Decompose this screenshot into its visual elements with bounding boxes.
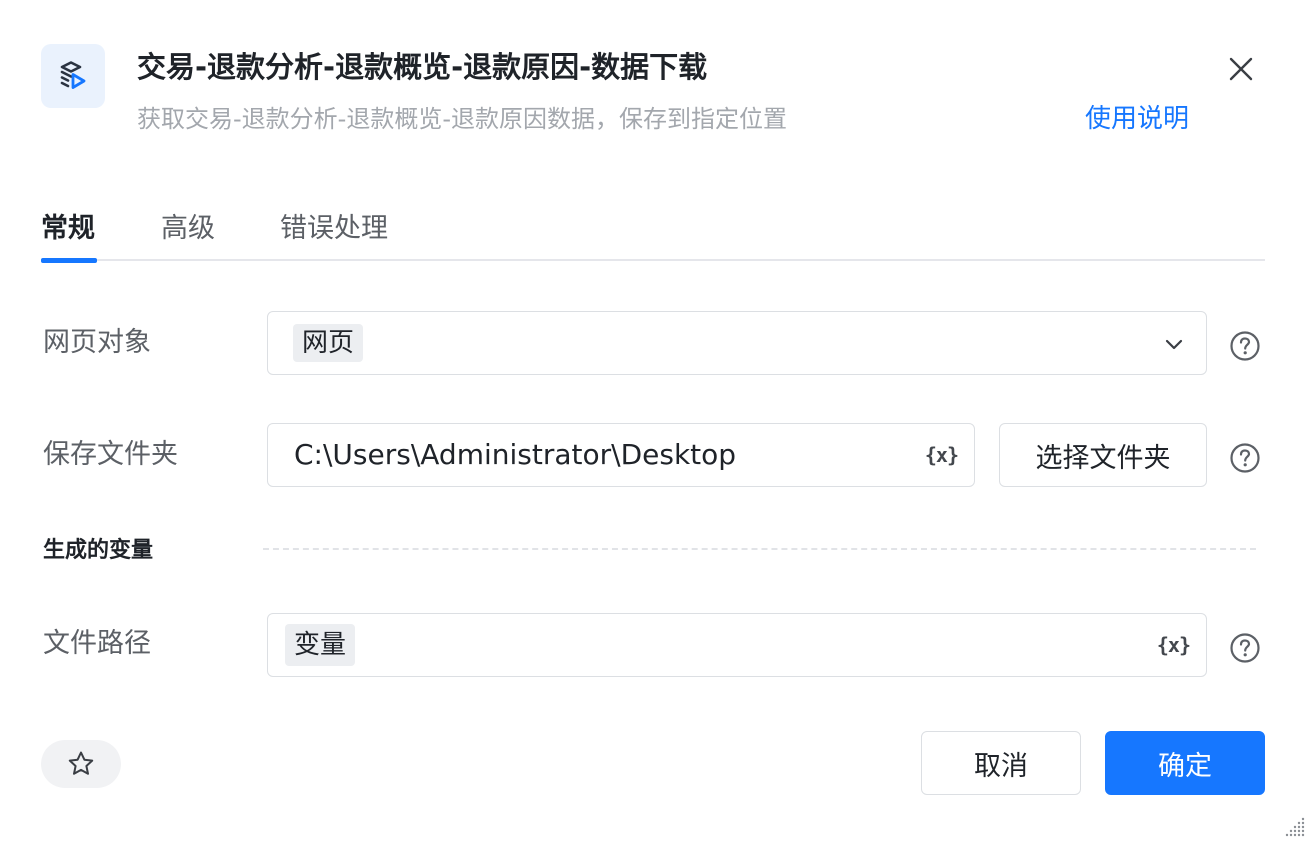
variable-icon[interactable]: {x} xyxy=(925,440,959,470)
tab-error-handling[interactable]: 错误处理 xyxy=(280,208,388,250)
help-icon[interactable] xyxy=(1229,330,1261,362)
close-button[interactable] xyxy=(1222,50,1260,88)
resize-grip-icon[interactable] xyxy=(1284,816,1306,838)
confirm-button[interactable]: 确定 xyxy=(1105,731,1265,795)
active-tab-indicator xyxy=(41,258,97,263)
close-icon xyxy=(1229,57,1253,81)
save-folder-input[interactable]: C:\Users\Administrator\Desktop {x} xyxy=(267,423,975,487)
save-folder-value: C:\Users\Administrator\Desktop xyxy=(294,438,737,471)
favorite-button[interactable] xyxy=(41,740,121,788)
save-folder-label: 保存文件夹 xyxy=(43,439,178,470)
chevron-down-icon xyxy=(1165,339,1183,350)
cancel-button[interactable]: 取消 xyxy=(921,731,1081,795)
star-icon xyxy=(68,751,94,775)
choose-folder-button[interactable]: 选择文件夹 xyxy=(999,423,1207,487)
variable-icon[interactable]: {x} xyxy=(1157,630,1191,660)
variable-tag: 变量 xyxy=(285,624,356,666)
tab-advanced[interactable]: 高级 xyxy=(161,208,215,250)
file-path-input[interactable]: 变量 {x} xyxy=(267,613,1207,677)
dialog-subtitle: 获取交易-退款分析-退款概览-退款原因数据，保存到指定位置 xyxy=(137,105,787,133)
section-divider xyxy=(263,548,1256,550)
web-object-select[interactable]: 网页 xyxy=(267,311,1207,375)
web-object-label: 网页对象 xyxy=(43,327,151,358)
output-variables-heading: 生成的变量 xyxy=(43,538,154,563)
dialog-title: 交易-退款分析-退款概览-退款原因-数据下载 xyxy=(137,50,708,84)
help-link[interactable]: 使用说明 xyxy=(1085,100,1189,138)
help-icon[interactable] xyxy=(1229,632,1261,664)
tab-general[interactable]: 常规 xyxy=(41,208,97,263)
help-icon[interactable] xyxy=(1229,442,1261,474)
web-object-tag: 网页 xyxy=(293,324,364,362)
tab-general-label: 常规 xyxy=(41,213,95,244)
dialog: 交易-退款分析-退款概览-退款原因-数据下载 获取交易-退款分析-退款概览-退款… xyxy=(0,0,1312,844)
file-path-label: 文件路径 xyxy=(43,628,151,659)
web-download-icon xyxy=(41,44,105,108)
tab-bar: 常规 高级 错误处理 xyxy=(41,200,1265,263)
